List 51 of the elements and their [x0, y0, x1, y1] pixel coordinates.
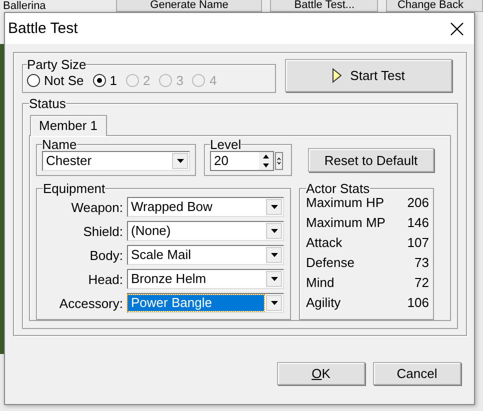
- group-label: Status: [29, 97, 66, 110]
- field-label: Accessory:: [58, 296, 123, 310]
- list-item[interactable]: Ballerina: [3, 0, 108, 12]
- stat-value: 106: [407, 295, 429, 311]
- group-label: Equipment: [43, 182, 106, 195]
- group-label: Party Size: [27, 58, 86, 71]
- field-label: Weapon:: [70, 200, 123, 214]
- toolbar-button[interactable]: Generate Name: [116, 0, 262, 12]
- window-title: Battle Test: [8, 20, 78, 37]
- stat-value: 107: [407, 235, 429, 251]
- field-label: Shield:: [82, 224, 123, 238]
- stat-value: 73: [414, 255, 429, 271]
- name-dropdown[interactable]: Chester: [42, 151, 190, 171]
- level-spinbox[interactable]: 20: [210, 151, 274, 171]
- equipment-dropdown[interactable]: Scale Mail: [127, 245, 284, 265]
- updown-icon[interactable]: [275, 152, 283, 170]
- equipment-dropdown[interactable]: Wrapped Bow: [127, 197, 284, 217]
- field-label: Body:: [88, 248, 123, 262]
- dialog-button[interactable]: Cancel: [373, 362, 461, 385]
- equipment-dropdown[interactable]: Power Bangle: [127, 293, 284, 313]
- stat-name: Maximum HP: [306, 195, 386, 211]
- stat-name: Maximum MP: [306, 215, 386, 231]
- close-icon[interactable]: [450, 22, 464, 36]
- radio-option[interactable]: 1: [92, 73, 117, 88]
- stat-name: Attack: [306, 235, 344, 251]
- stat-value: 206: [407, 195, 429, 211]
- radio-option[interactable]: Not Se: [27, 73, 84, 88]
- caret-icon: [270, 229, 278, 233]
- field-label: Head:: [87, 272, 123, 286]
- stat-value: 146: [407, 215, 429, 231]
- toolbar-button[interactable]: Change Back: [386, 0, 483, 12]
- stat-name: Defense: [306, 255, 356, 271]
- caret-icon: [270, 253, 278, 257]
- group-label: Name: [42, 138, 77, 151]
- caret-icon: [270, 301, 278, 305]
- start-test-button[interactable]: Start Test: [285, 59, 452, 92]
- tab[interactable]: Member 1: [30, 115, 107, 136]
- group-label: Level: [210, 138, 242, 151]
- caret-icon: [270, 277, 278, 281]
- caret-icon: [176, 159, 184, 163]
- toolbar-button[interactable]: Battle Test...: [270, 0, 378, 12]
- stat-name: Agility: [306, 295, 342, 311]
- equipment-dropdown[interactable]: (None): [127, 221, 284, 241]
- dialog-button[interactable]: OK: [277, 362, 365, 385]
- caret-icon: [270, 205, 278, 209]
- equipment-dropdown[interactable]: Bronze Helm: [127, 269, 284, 289]
- stat-name: Mind: [306, 275, 336, 291]
- stat-value: 72: [414, 275, 429, 291]
- reset-button[interactable]: Reset to Default: [308, 148, 434, 172]
- play-icon: [332, 68, 342, 83]
- group-label: Actor Stats: [306, 182, 370, 195]
